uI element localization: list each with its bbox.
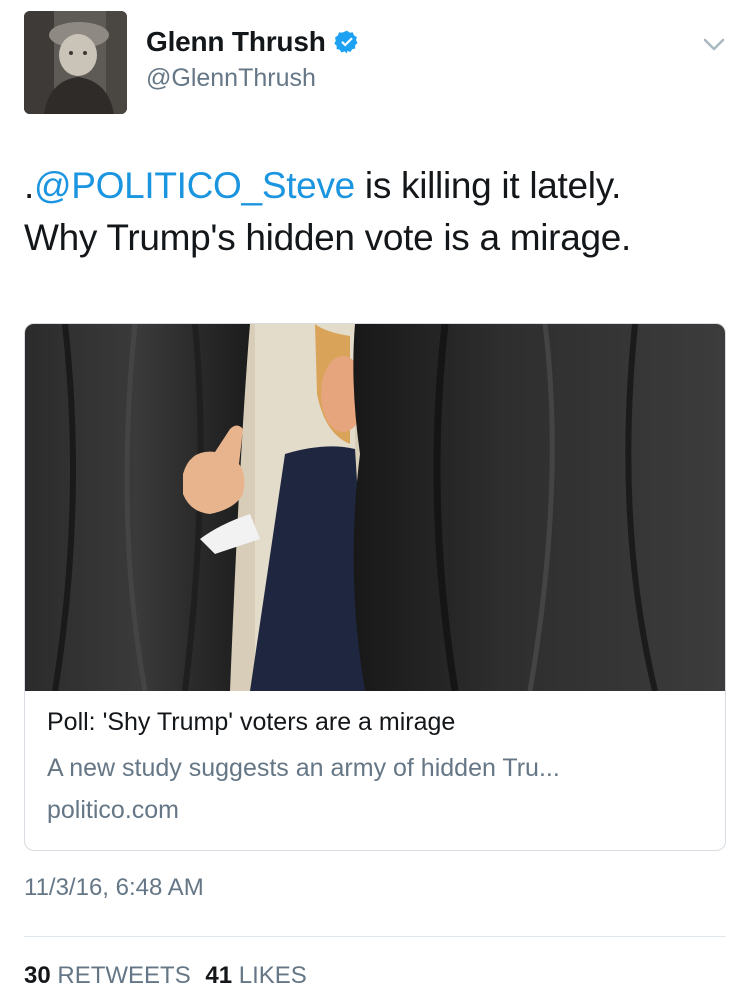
card-title[interactable]: Poll: 'Shy Trump' voters are a mirage xyxy=(47,708,455,737)
author-handle[interactable]: @GlennThrush xyxy=(146,64,316,93)
avatar-photo xyxy=(24,11,127,114)
tweet-text-after-mention: is killing it lately. xyxy=(354,165,622,206)
card-domain: politico.com xyxy=(47,796,179,824)
retweets-label: RETWEETS xyxy=(57,962,191,989)
link-card[interactable]: Poll: 'Shy Trump' voters are a mirage A … xyxy=(24,323,726,851)
mention-link[interactable]: @POLITICO_Steve xyxy=(34,165,355,206)
retweets-stat[interactable]: 30 RETWEETS xyxy=(24,962,191,989)
author-display-name[interactable]: Glenn Thrush xyxy=(146,26,326,58)
tweet-stats: 30 RETWEETS 41 LIKES xyxy=(24,962,315,990)
retweets-count: 30 xyxy=(24,962,51,989)
likes-count: 41 xyxy=(205,962,233,989)
author-name-row[interactable]: Glenn Thrush xyxy=(146,26,360,58)
tweet-timestamp[interactable]: 11/3/16, 6:48 AM xyxy=(24,874,204,902)
card-image xyxy=(25,324,725,691)
likes-stat[interactable]: 41 LIKES xyxy=(205,962,306,989)
tweet-prefix: . xyxy=(24,165,34,206)
tweet-line-1: .@POLITICO_Steve is killing it lately. xyxy=(24,160,724,212)
tweet-text: .@POLITICO_Steve is killing it lately. W… xyxy=(24,160,724,264)
verified-badge-icon xyxy=(333,30,358,54)
chevron-down-icon[interactable] xyxy=(700,30,728,58)
likes-label: LIKES xyxy=(238,962,307,989)
tweet-line-2: Why Trump's hidden vote is a mirage. xyxy=(24,217,632,258)
divider xyxy=(24,936,726,937)
card-description: A new study suggests an army of hidden T… xyxy=(47,754,560,782)
avatar[interactable] xyxy=(24,11,127,114)
